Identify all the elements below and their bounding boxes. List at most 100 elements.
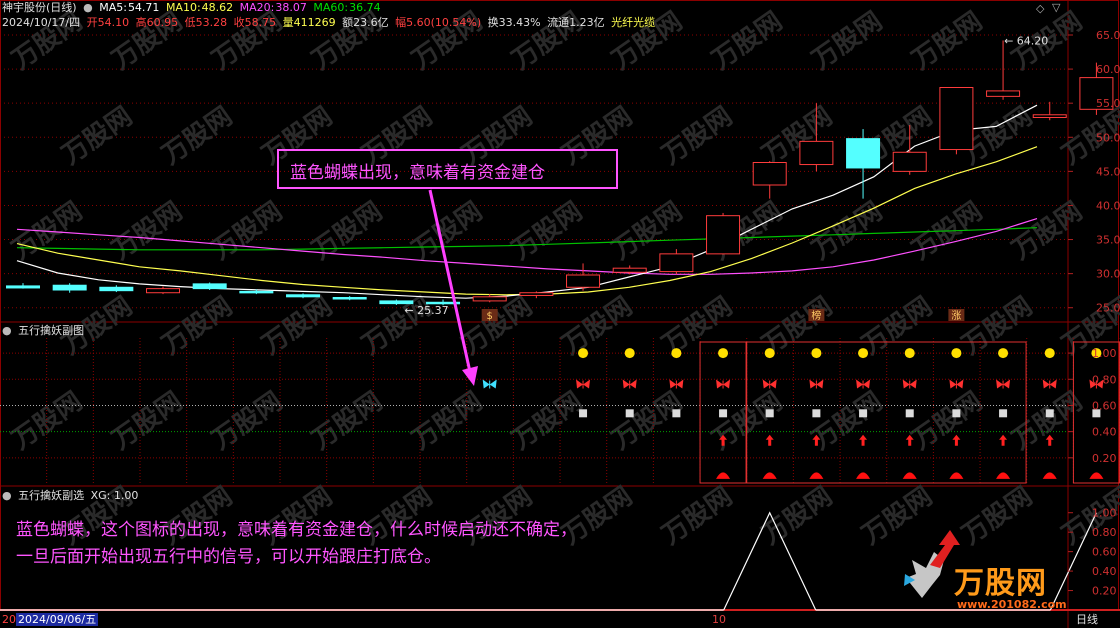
up-arrow-icon[interactable]	[859, 434, 868, 446]
up-arrow-icon[interactable]	[765, 434, 774, 446]
fire-triangle-icon[interactable]	[996, 472, 1011, 479]
fire-triangle-icon[interactable]	[762, 472, 777, 479]
red-butterfly-icon[interactable]	[576, 379, 591, 389]
quote-concept[interactable]: 光纤光缆	[611, 16, 655, 29]
sub1-tick-label: 0.20	[1092, 452, 1117, 465]
candle-down[interactable]	[286, 294, 321, 298]
watermark-mark: 万股网	[807, 6, 888, 75]
candle-down[interactable]	[332, 297, 367, 300]
candle-down[interactable]	[192, 283, 227, 290]
bottom-mark: 10	[712, 613, 726, 626]
stock-name[interactable]: 神宇股份(日线)	[2, 1, 77, 14]
ma10-label: MA10:	[165, 1, 201, 14]
square-icon[interactable]	[905, 409, 914, 418]
candle-up[interactable]	[752, 162, 787, 186]
low-price-label: ← 25.37	[404, 304, 448, 317]
red-butterfly-icon[interactable]	[902, 379, 917, 389]
period-label[interactable]: 日线	[1076, 613, 1098, 627]
sub1-title[interactable]: 五行擒妖副图	[18, 324, 84, 337]
sun-icon[interactable]	[624, 348, 635, 359]
bottom-date-bar: 20 2024/09/06/五	[2, 613, 101, 627]
expand-icon[interactable]: ▽	[1052, 1, 1060, 14]
sub2-tick-label: 0.40	[1092, 565, 1117, 578]
annotation-box-text: 蓝色蝴蝶出现，意味着有资金建仓	[290, 163, 545, 183]
square-icon[interactable]	[859, 409, 868, 418]
candle-down[interactable]	[846, 138, 881, 169]
fire-triangle-icon[interactable]	[949, 472, 964, 479]
sun-icon[interactable]	[951, 348, 962, 359]
sun-icon[interactable]	[764, 348, 775, 359]
square-icon[interactable]	[1045, 409, 1054, 418]
quote-turnover: 换33.43%	[487, 16, 541, 29]
sun-icon[interactable]	[858, 348, 869, 359]
watermark-mark: 万股网	[507, 196, 588, 265]
watermark-mark: 万股网	[207, 196, 288, 265]
event-tag[interactable]: 榜	[811, 309, 821, 322]
candle-down[interactable]	[6, 285, 40, 289]
sub1-toggle-icon[interactable]: ●	[2, 324, 12, 337]
sun-icon[interactable]	[718, 348, 729, 359]
watermark-mark: 万股网	[657, 481, 738, 550]
candle-down[interactable]	[99, 286, 134, 292]
red-butterfly-icon[interactable]	[949, 379, 964, 389]
watermark-mark: 万股网	[907, 6, 988, 75]
sun-icon[interactable]	[1044, 348, 1055, 359]
red-butterfly-icon[interactable]	[762, 379, 777, 389]
watermark-mark: 万股网	[707, 6, 788, 75]
candle-down[interactable]	[52, 284, 87, 291]
square-icon[interactable]	[625, 409, 634, 418]
square-icon[interactable]	[579, 409, 588, 418]
fire-triangle-icon[interactable]	[809, 472, 824, 479]
sun-icon[interactable]	[998, 348, 1009, 359]
candle-up[interactable]	[612, 267, 647, 273]
candle-down[interactable]	[239, 290, 274, 294]
sub2-toggle-icon[interactable]: ●	[2, 489, 12, 502]
square-icon[interactable]	[765, 409, 774, 418]
square-icon[interactable]	[952, 409, 961, 418]
event-tag[interactable]: $	[487, 311, 493, 322]
candle-up[interactable]	[519, 292, 554, 296]
sun-icon[interactable]	[578, 348, 589, 359]
candle-up[interactable]	[659, 253, 694, 273]
red-butterfly-icon[interactable]	[809, 379, 824, 389]
fire-triangle-icon[interactable]	[856, 472, 871, 479]
sun-icon[interactable]	[904, 348, 915, 359]
red-butterfly-icon[interactable]	[1042, 379, 1057, 389]
up-arrow-icon[interactable]	[952, 434, 961, 446]
watermark-mark: 万股网	[7, 386, 88, 455]
candle-up[interactable]	[566, 274, 601, 288]
candle-up[interactable]	[472, 296, 507, 302]
candle-up[interactable]	[1032, 114, 1067, 119]
red-butterfly-icon[interactable]	[996, 379, 1011, 389]
watermark-mark: 万股网	[757, 481, 838, 550]
fire-triangle-icon[interactable]	[716, 472, 731, 479]
sub2-title[interactable]: 五行擒妖副选	[18, 489, 84, 502]
sun-icon[interactable]	[671, 348, 682, 359]
square-icon[interactable]	[719, 409, 728, 418]
candle-up[interactable]	[986, 90, 1021, 97]
candle-up[interactable]	[706, 215, 741, 255]
fire-triangle-icon[interactable]	[1089, 472, 1104, 479]
bottom-date[interactable]: 2024/09/06/五	[16, 613, 99, 626]
square-icon[interactable]	[812, 409, 821, 418]
fire-triangle-icon[interactable]	[902, 472, 917, 479]
red-butterfly-icon[interactable]	[622, 379, 637, 389]
red-butterfly-icon[interactable]	[856, 379, 871, 389]
candle-up[interactable]	[146, 288, 181, 294]
up-arrow-icon[interactable]	[999, 434, 1008, 446]
watermark-mark: 万股网	[857, 481, 938, 550]
candle-up[interactable]	[799, 140, 834, 166]
square-icon[interactable]	[672, 409, 681, 418]
watermark-mark: 万股网	[857, 291, 938, 360]
red-butterfly-icon[interactable]	[716, 379, 731, 389]
red-butterfly-icon[interactable]	[669, 379, 684, 389]
event-tag[interactable]: 涨	[951, 310, 961, 322]
diamond-icon[interactable]: ◇	[1036, 2, 1044, 15]
sun-icon[interactable]	[811, 348, 822, 359]
candle-up[interactable]	[892, 151, 927, 172]
blue-butterfly-icon[interactable]	[482, 379, 497, 389]
settings-circle-icon[interactable]: ●	[83, 1, 93, 14]
square-icon[interactable]	[999, 409, 1008, 418]
candle-up[interactable]	[939, 87, 974, 151]
fire-triangle-icon[interactable]	[1042, 472, 1057, 479]
